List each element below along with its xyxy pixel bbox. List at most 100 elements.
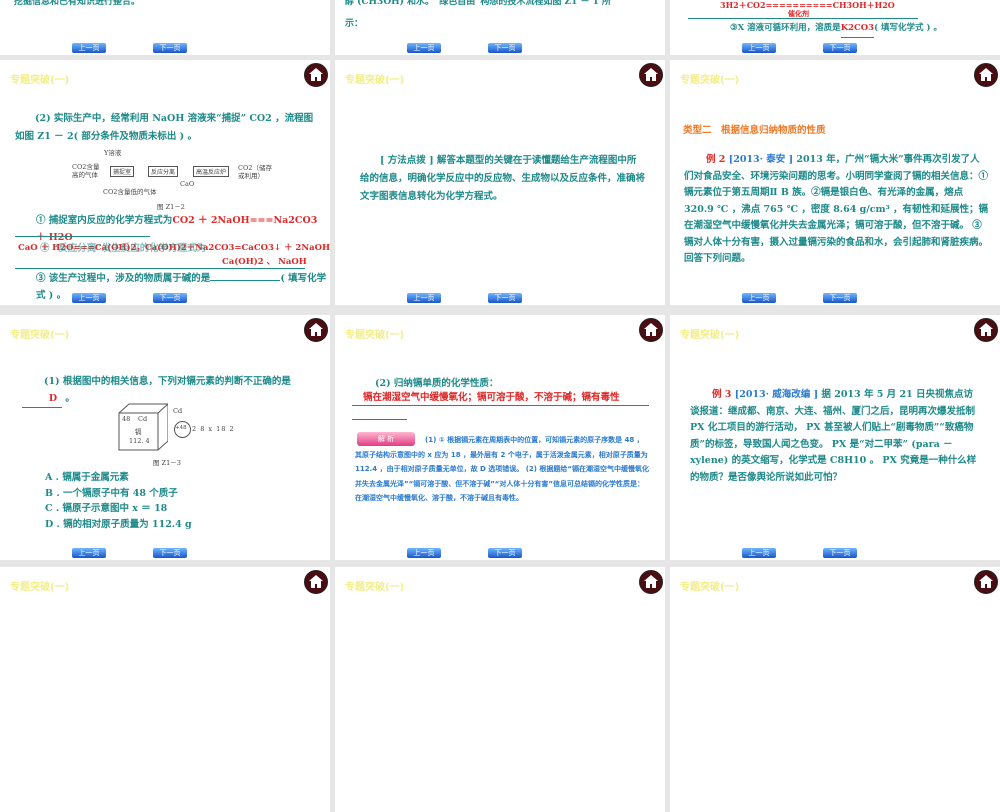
atomic-mass: 112. 4 [129,437,150,445]
home-button[interactable] [639,63,663,87]
slide-bottom-1: 专题突破(一) [0,567,330,812]
fig-box: 反应分离 [148,166,179,177]
fig-label: CO2含量低的气体 [103,188,157,196]
slide-co2-capture: 专题突破(一) (2) 实际生产中，经常利用 NaOH 溶液来“捕捉” CO2 … [0,60,330,305]
prev-button[interactable]: 上一页 [72,43,106,53]
slide-header: 专题突破(一) [345,582,405,593]
next-button[interactable]: 下一页 [153,293,187,303]
slide-header: 专题突破(一) [680,330,740,341]
question-tail: ( 填写化学式 ) 。 [874,23,942,33]
prev-button[interactable]: 上一页 [72,293,106,303]
home-button[interactable] [304,318,328,342]
next-button[interactable]: 下一页 [153,548,187,558]
home-icon [644,68,658,81]
slide-top-3: 3H2＋CO2==========CH3OH＋H2O 催化剂 ③X 溶液可循环利… [670,0,1000,55]
element-name: 镉 [135,428,142,436]
next-button[interactable]: 下一页 [823,293,857,303]
fig-label: CO2（储存或利用） [238,164,272,180]
home-icon [979,68,993,81]
prev-button[interactable]: 上一页 [742,43,776,53]
home-button[interactable] [639,318,663,342]
answer: K2CO3 [840,20,875,38]
element-symbol: Cd [138,415,148,423]
answer: D [22,390,62,408]
text: 醇 (CH3OH) 和水。“绿色自由”构想的技术流程如图 Z1 － 1 所 [345,0,612,7]
slide-header: 专题突破(一) [680,582,740,593]
fig-box: 捕捉室 [110,166,135,177]
prev-button[interactable]: 上一页 [72,548,106,558]
home-icon [309,323,323,336]
fig-caption: 图 Z1－3 [153,459,181,467]
slide-header: 专题突破(一) [345,75,405,86]
fig-label: CaO [180,180,195,188]
next-button[interactable]: 下一页 [823,43,857,53]
fig-box: 高温反应炉 [193,166,230,177]
slide-example-3: 专题突破(一) 例 3 [2013· 威海改编 ] 据 2013 年 5 月 2… [670,315,1000,560]
option-c: C . 镉原子示意图中 x ＝ 18 [45,503,168,514]
intro-text: (2) 实际生产中，经常利用 NaOH 溶液来“捕捉” CO2 ，流程图如图 Z… [15,113,314,142]
example-label: 例 2 [706,154,726,165]
question-2: ② “反应分离”发生反应的化学方程式为 [40,243,207,254]
next-button[interactable]: 下一页 [488,43,522,53]
analysis-text: (1) ① 根据镉元素在周期表中的位置，可知镉元素的原子序数是 48 ，其原子结… [355,436,650,502]
next-button[interactable]: 下一页 [153,43,187,53]
home-button[interactable] [304,570,328,594]
fig-label: CO2含量高的气体 [72,163,100,179]
slide-header: 专题突破(一) [10,582,70,593]
slide-cadmium-analysis: 专题突破(一) (2) 归纳镉单质的化学性质： 镉在潮湿空气中缓慢氧化；镉可溶于… [335,315,665,560]
electron-shells: 2 8 x 18 2 [192,425,235,433]
atomic-number: 48 [122,415,131,423]
slide-cadmium-question: 专题突破(一) (1) 根据图中的相关信息，下列对镉元素的判断不正确的是 D 。… [0,315,330,560]
example-source: [2013· 威海改编 ] [734,389,819,400]
next-button[interactable]: 下一页 [488,548,522,558]
prev-button[interactable]: 上一页 [407,43,441,53]
text: 示： [345,19,364,29]
method-tip-text: [ 方法点拨 ] 解答本题型的关键在于读懂题给生产流程图中所给的信息，明确化学反… [360,155,646,202]
catalyst: 催化剂 [788,9,809,18]
question: ③X 溶液可循环利用，溶质是 [730,23,841,33]
slide-top-2: 醇 (CH3OH) 和水。“绿色自由”构想的技术流程如图 Z1 － 1 所 示：… [335,0,665,55]
example-label: 例 3 [712,389,732,400]
home-icon [979,575,993,588]
question-3: ③ 该生产过程中，涉及的物质属于碱的是 [36,273,211,284]
option-a: A . 镉属于金属元素 [45,472,129,483]
prev-button[interactable]: 上一页 [742,293,776,303]
home-icon [309,68,323,81]
home-icon [644,575,658,588]
answer: 镉在潮湿空气中缓慢氧化；镉可溶于酸，不溶于碱；镉有毒性 [363,392,620,403]
slide-header: 专题突破(一) [345,330,405,341]
section-title: 类型二 根据信息归纳物质的性质 [683,125,826,136]
prev-button[interactable]: 上一页 [407,548,441,558]
slide-bottom-3: 专题突破(一) [670,567,1000,812]
atom-symbol: Cd [173,407,183,415]
example-source: [2013· 泰安 ] [728,154,794,165]
home-icon [644,323,658,336]
slide-top-1: 挖掘信息和已有知识进行整合。 上一页 下一页 [0,0,330,55]
slide-header: 专题突破(一) [680,75,740,86]
slide-header: 专题突破(一) [10,330,70,341]
example-text: 2013 年，广州“镉大米”事件再次引发了人们对食品安全、环境污染问题的思考。小… [684,154,989,264]
next-button[interactable]: 下一页 [823,548,857,558]
prev-button[interactable]: 上一页 [742,548,776,558]
slide-bottom-2: 专题突破(一) [335,567,665,812]
home-icon [309,575,323,588]
question-1: ① 捕捉室内反应的化学方程式为 [36,215,173,226]
prev-button[interactable]: 上一页 [407,293,441,303]
question: (1) 根据图中的相关信息，下列对镉元素的判断不正确的是 [44,376,291,387]
option-d: D . 镉的相对原子质量为 112.4 g [45,518,192,530]
option-b: B . 一个镉原子中有 48 个质子 [45,487,178,499]
fig-caption: 图 Z1－2 [157,203,185,211]
next-button[interactable]: 下一页 [488,293,522,303]
home-button[interactable] [974,570,998,594]
slide-method-tip: 专题突破(一) [ 方法点拨 ] 解答本题型的关键在于读懂题给生产流程图中所给的… [335,60,665,305]
slide-example-2: 专题突破(一) 类型二 根据信息归纳物质的性质 例 2 [2013· 泰安 ] … [670,60,1000,305]
home-icon [979,323,993,336]
home-button[interactable] [639,570,663,594]
home-button[interactable] [974,318,998,342]
text: 挖掘信息和已有知识进行整合。 [14,0,141,7]
home-button[interactable] [974,63,998,87]
home-button[interactable] [304,63,328,87]
nucleus-charge: +48 [175,425,187,431]
example-text: 据 2013 年 5 月 21 日央视焦点访谈报道：继成都、南京、大连、福州、厦… [690,389,977,483]
fig-label: Y溶液 [104,149,122,157]
